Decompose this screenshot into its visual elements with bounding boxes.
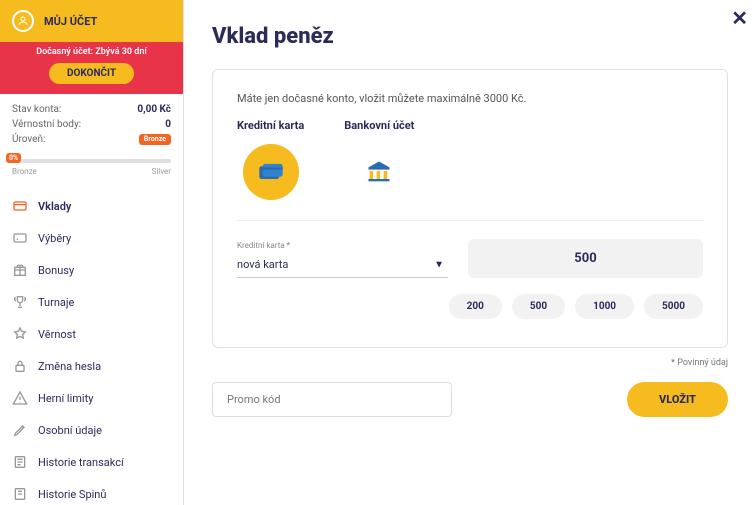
sidebar-item-label: Vklady: [38, 200, 71, 213]
sidebar-item-vybery[interactable]: Výběry: [0, 222, 183, 254]
amount-input[interactable]: [468, 239, 703, 278]
preset-500[interactable]: 500: [512, 294, 565, 319]
amount-presets: 200 500 1000 5000: [237, 294, 703, 319]
sidebar-item-bonusy[interactable]: Bonusy: [0, 254, 183, 286]
tier-marker: 0%: [6, 153, 21, 163]
balance-value: 0,00 Kč: [137, 104, 171, 115]
sidebar-item-label: Změna hesla: [38, 360, 101, 373]
sidebar-item-label: Herní limity: [38, 392, 93, 405]
sidebar-item-label: Osobní údaje: [38, 424, 102, 437]
payment-methods: Kreditní karta Bankovní účet: [237, 119, 703, 221]
sidebar-item-historie-spinu[interactable]: Historie Spinů: [0, 478, 183, 505]
sidebar-item-label: Výběry: [38, 232, 71, 245]
avatar-icon: [12, 10, 34, 32]
account-stats: Stav konta: 0,00 Kč Věrnostní body: 0 Úr…: [0, 94, 183, 155]
finish-button[interactable]: DOKONČIT: [49, 63, 134, 84]
sidebar-item-label: Bonusy: [38, 264, 74, 277]
deposit-icon: [12, 198, 28, 214]
preset-5000[interactable]: 5000: [644, 294, 703, 319]
sidebar-item-zmena-hesla[interactable]: Změna hesla: [0, 350, 183, 382]
card-select-label: Kreditní karta *: [237, 241, 448, 250]
sidebar-item-vernost[interactable]: Věrnost: [0, 318, 183, 350]
star-icon: [12, 326, 28, 342]
method-label: Bankovní účet: [344, 119, 414, 132]
card-icon: [243, 144, 299, 200]
sidebar-nav: Vklady Výběry Bonusy Turnaje Věrnost Změ…: [0, 186, 183, 505]
sidebar-item-turnaje[interactable]: Turnaje: [0, 286, 183, 318]
account-title: MŮJ ÚČET: [44, 15, 97, 28]
gift-icon: [12, 262, 28, 278]
pencil-icon: [12, 422, 28, 438]
bottom-row: VLOŽIT: [212, 382, 728, 417]
preset-1000[interactable]: 1000: [575, 294, 634, 319]
sidebar-item-label: Historie Spinů: [38, 488, 106, 501]
sidebar: MŮJ ÚČET Dočasný účet: Zbývá 30 dní DOKO…: [0, 0, 184, 505]
close-icon[interactable]: ✕: [731, 6, 748, 30]
sidebar-item-label: Historie transakcí: [38, 456, 124, 469]
sidebar-item-vklady[interactable]: Vklady: [0, 190, 183, 222]
sidebar-item-label: Věrnost: [38, 328, 76, 341]
balance-label: Stav konta:: [12, 104, 61, 115]
deposit-card: Máte jen dočasné konto, vložit můžete ma…: [212, 69, 728, 348]
preset-200[interactable]: 200: [449, 294, 502, 319]
spins-icon: [12, 486, 28, 502]
withdraw-icon: [12, 230, 28, 246]
bank-icon: [351, 144, 407, 200]
method-label: Kreditní karta: [237, 119, 304, 132]
lock-icon: [12, 358, 28, 374]
deposit-notice: Máte jen dočasné konto, vložit můžete ma…: [237, 92, 703, 105]
main-content: ✕ Vklad peněz Máte jen dočasné konto, vl…: [184, 0, 756, 505]
page-title: Vklad peněz: [212, 24, 728, 49]
temp-account-text: Dočasný účet: Zbývá 30 dní: [0, 47, 183, 57]
level-label: Úroveň:: [12, 134, 45, 145]
tier-right: Silver: [152, 167, 171, 176]
card-select[interactable]: nová karta: [237, 252, 448, 278]
points-value: 0: [165, 119, 171, 130]
temp-account-banner: Dočasný účet: Zbývá 30 dní DOKONČIT: [0, 42, 183, 94]
sidebar-item-historie-transakci[interactable]: Historie transakcí: [0, 446, 183, 478]
tier-progress: 0% Bronze Silver: [0, 155, 183, 186]
history-icon: [12, 454, 28, 470]
tier-left: Bronze: [12, 167, 37, 176]
card-select-field: Kreditní karta * nová karta ▼: [237, 241, 448, 278]
warning-icon: [12, 390, 28, 406]
sidebar-item-osobni-udaje[interactable]: Osobní údaje: [0, 414, 183, 446]
level-badge: Bronze: [139, 134, 171, 145]
points-label: Věrnostní body:: [12, 119, 81, 130]
account-header: MŮJ ÚČET: [0, 0, 183, 42]
method-bank-account[interactable]: Bankovní účet: [344, 119, 414, 200]
sidebar-item-herni-limity[interactable]: Herní limity: [0, 382, 183, 414]
deposit-form-row: Kreditní karta * nová karta ▼: [237, 239, 703, 278]
required-note: * Povinný údaj: [212, 358, 728, 368]
method-credit-card[interactable]: Kreditní karta: [237, 119, 304, 200]
submit-button[interactable]: VLOŽIT: [627, 382, 728, 417]
promo-input[interactable]: [212, 382, 452, 417]
trophy-icon: [12, 294, 28, 310]
sidebar-item-label: Turnaje: [38, 296, 74, 309]
